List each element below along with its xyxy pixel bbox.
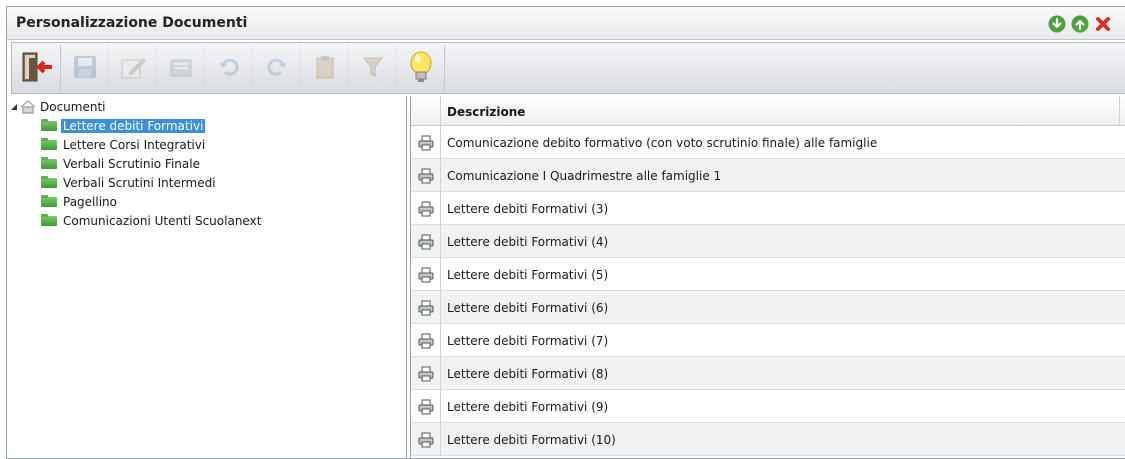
- print-icon[interactable]: [411, 324, 441, 357]
- filter-button[interactable]: [350, 45, 397, 91]
- tree-item-pagellino[interactable]: Pagellino: [41, 194, 119, 209]
- tree-item-verbali-scrutini-intermedi[interactable]: Verbali Scrutini Intermedi: [41, 175, 218, 190]
- download-icon[interactable]: [1048, 15, 1066, 33]
- tree-item-label: Lettere Corsi Integrativi: [63, 137, 206, 152]
- window-title: Personalizzazione Documenti: [16, 15, 248, 31]
- filter-icon: [360, 54, 386, 83]
- folder-icon: [41, 175, 57, 188]
- column-divider: [1119, 96, 1120, 126]
- row-description: Lettere debiti Formativi (7): [447, 334, 609, 348]
- tree-item-label: Comunicazioni Utenti Scuolanext: [63, 213, 262, 228]
- save-button[interactable]: [62, 45, 109, 91]
- tree-item-label: Lettere debiti Formativi: [61, 118, 206, 133]
- table-row[interactable]: Lettere debiti Formativi (4): [411, 225, 1125, 258]
- folder-icon: [41, 213, 57, 226]
- print-icon[interactable]: [411, 291, 441, 324]
- print-icon[interactable]: [411, 192, 441, 225]
- print-icon[interactable]: [411, 357, 441, 390]
- grid-header-icon-column: [411, 96, 441, 126]
- edit-icon: [119, 54, 147, 83]
- document-customization-window: Personalizzazione Documenti Documenti Le…: [6, 6, 1125, 459]
- title-bar: Personalizzazione Documenti: [7, 7, 1125, 40]
- row-description: Lettere debiti Formativi (4): [447, 235, 609, 249]
- print-icon[interactable]: [411, 423, 441, 456]
- folder-icon: [41, 137, 57, 150]
- tree-item-lettere-debiti-formativi[interactable]: Lettere debiti Formativi: [41, 118, 206, 133]
- grid-header: Descrizione: [411, 96, 1125, 126]
- tree-root-label: Documenti: [40, 100, 106, 114]
- undo-button[interactable]: [206, 45, 253, 91]
- upload-icon[interactable]: [1071, 15, 1089, 33]
- row-description: Lettere debiti Formativi (6): [447, 301, 609, 315]
- print-icon[interactable]: [411, 390, 441, 423]
- redo-icon: [264, 54, 290, 83]
- folder-icon: [41, 156, 57, 169]
- table-row[interactable]: Comunicazione debito formativo (con voto…: [411, 126, 1125, 159]
- tree-item-label: Pagellino: [63, 194, 117, 209]
- tree-item-lettere-corsi-integrativi[interactable]: Lettere Corsi Integrativi: [41, 137, 207, 152]
- table-row[interactable]: Lettere debiti Formativi (10): [411, 423, 1125, 456]
- document-tree: Documenti Lettere debiti Formativi Lette…: [7, 96, 407, 458]
- undo-icon: [216, 54, 242, 83]
- exit-button[interactable]: [14, 45, 61, 91]
- home-icon: [20, 100, 36, 114]
- documents-grid: Descrizione Comunicazione debito formati…: [410, 96, 1125, 458]
- row-description: Lettere debiti Formativi (8): [447, 367, 609, 381]
- edit-button[interactable]: [110, 45, 157, 91]
- tips-button[interactable]: [398, 45, 445, 91]
- tree-item-label: Verbali Scrutini Intermedi: [63, 175, 216, 190]
- toolbar: [11, 42, 1125, 94]
- lightbulb-icon: [407, 50, 435, 87]
- table-row[interactable]: Lettere debiti Formativi (9): [411, 390, 1125, 423]
- delete-icon: [168, 54, 194, 83]
- paste-icon: [312, 54, 338, 83]
- tree-item-comunicazioni-utenti-scuolanext[interactable]: Comunicazioni Utenti Scuolanext: [41, 213, 263, 228]
- row-description: Lettere debiti Formativi (5): [447, 268, 609, 282]
- print-icon[interactable]: [411, 225, 441, 258]
- row-description: Lettere debiti Formativi (9): [447, 400, 609, 414]
- close-icon[interactable]: [1094, 15, 1112, 33]
- row-description: Comunicazione debito formativo (con voto…: [447, 136, 878, 150]
- tree-item-label: Verbali Scrutinio Finale: [63, 156, 200, 171]
- paste-button[interactable]: [302, 45, 349, 91]
- table-row[interactable]: Comunicazione I Quadrimestre alle famigl…: [411, 159, 1125, 192]
- print-icon[interactable]: [411, 258, 441, 291]
- expand-arrow-icon[interactable]: [10, 103, 18, 111]
- exit-icon: [20, 50, 54, 87]
- table-row[interactable]: Lettere debiti Formativi (7): [411, 324, 1125, 357]
- delete-button[interactable]: [158, 45, 205, 91]
- row-description: Comunicazione I Quadrimestre alle famigl…: [447, 169, 722, 183]
- row-description: Lettere debiti Formativi (3): [447, 202, 609, 216]
- table-row[interactable]: Lettere debiti Formativi (3): [411, 192, 1125, 225]
- print-icon[interactable]: [411, 126, 441, 159]
- table-row[interactable]: Lettere debiti Formativi (8): [411, 357, 1125, 390]
- table-row[interactable]: Lettere debiti Formativi (6): [411, 291, 1125, 324]
- tree-root-documenti[interactable]: Documenti: [10, 100, 108, 114]
- folder-icon: [41, 118, 57, 131]
- column-header-descrizione[interactable]: Descrizione: [447, 105, 525, 119]
- folder-icon: [41, 194, 57, 207]
- print-icon[interactable]: [411, 159, 441, 192]
- row-description: Lettere debiti Formativi (10): [447, 433, 616, 447]
- redo-button[interactable]: [254, 45, 301, 91]
- tree-item-verbali-scrutinio-finale[interactable]: Verbali Scrutinio Finale: [41, 156, 202, 171]
- table-row[interactable]: Lettere debiti Formativi (5): [411, 258, 1125, 291]
- save-icon: [72, 54, 98, 83]
